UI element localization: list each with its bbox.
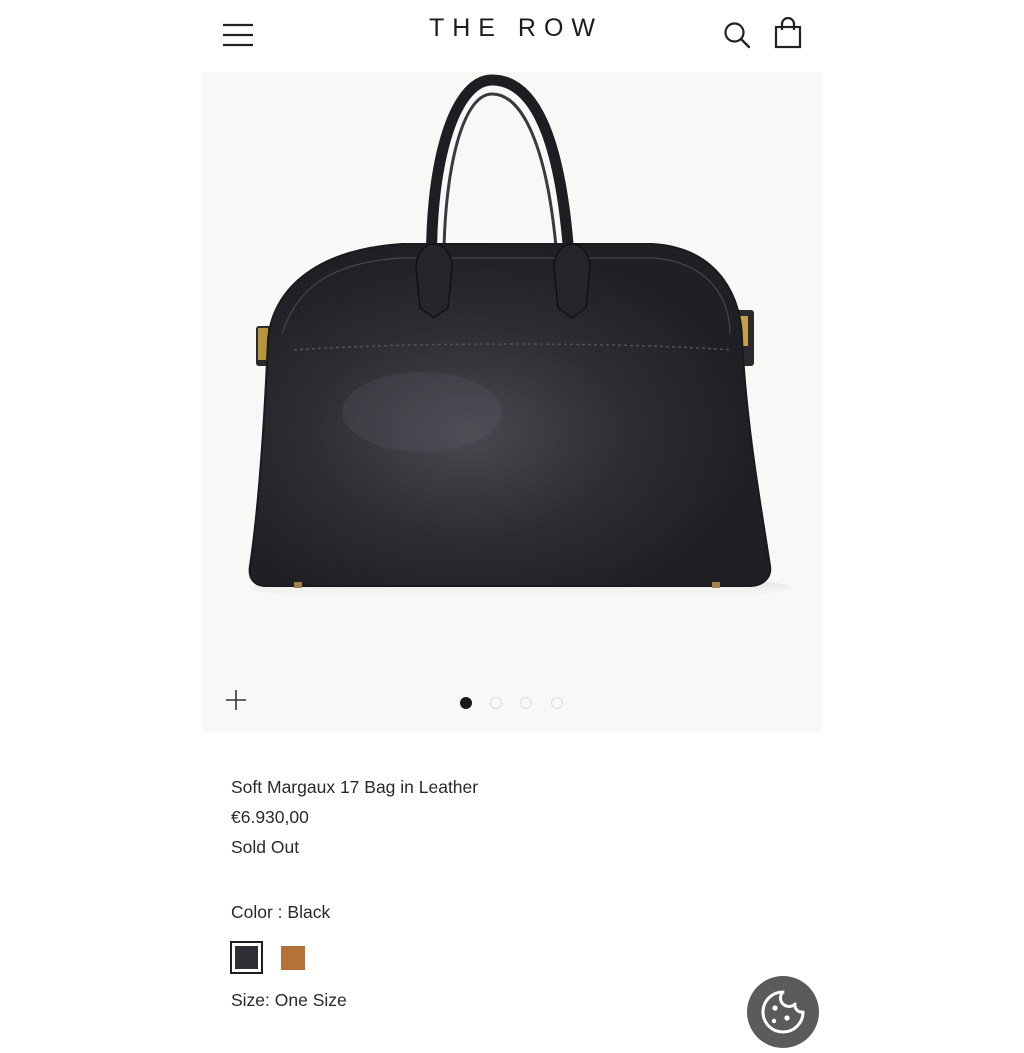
gallery-dot-3[interactable] — [520, 697, 532, 709]
search-icon[interactable] — [722, 20, 752, 50]
product-gallery[interactable] — [202, 72, 822, 732]
gallery-dot-4[interactable] — [551, 697, 563, 709]
color-swatch-tan[interactable] — [281, 946, 305, 970]
product-image[interactable] — [202, 72, 822, 732]
site-header: THE ROW — [0, 0, 1024, 72]
gallery-pagination — [458, 697, 568, 711]
swatch-fill — [235, 946, 258, 969]
cookie-settings-button[interactable] — [747, 976, 819, 1048]
size-label: Size: One Size — [231, 990, 347, 1010]
zoom-plus-icon[interactable] — [224, 688, 248, 712]
product-name: Soft Margaux 17 Bag in Leather — [231, 777, 479, 797]
product-price: €6.930,00 — [231, 807, 309, 827]
availability-status: Sold Out — [231, 837, 300, 857]
cookie-icon — [761, 990, 805, 1034]
shopping-bag-icon[interactable] — [774, 16, 802, 49]
gallery-dot-2[interactable] — [490, 697, 502, 709]
color-swatch-black[interactable] — [230, 941, 263, 974]
color-label: Color : Black — [231, 902, 331, 922]
brand-logo[interactable]: THE ROW — [0, 14, 1024, 43]
gallery-dot-1[interactable] — [460, 697, 472, 709]
